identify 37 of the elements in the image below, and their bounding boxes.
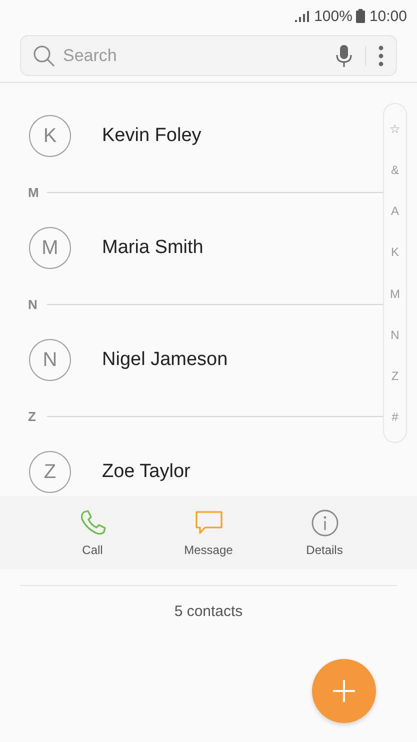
contact-count: 5 contacts <box>174 603 243 620</box>
index-letter[interactable]: ☆ <box>390 122 400 136</box>
info-icon <box>310 509 338 537</box>
index-scroller[interactable]: ☆ & A K M N Z # <box>383 103 407 443</box>
index-letter[interactable]: # <box>392 410 398 424</box>
avatar: N <box>29 339 71 381</box>
avatar: K <box>29 115 71 157</box>
plus-icon <box>333 680 355 702</box>
contact-name[interactable]: Kevin Foley <box>102 125 202 147</box>
contact-name[interactable]: Nigel Jameson <box>102 349 228 371</box>
index-letter[interactable]: A <box>390 204 399 218</box>
index-letter[interactable]: Z <box>391 369 399 384</box>
index-letter[interactable]: & <box>390 162 399 177</box>
search-field[interactable]: Search <box>61 44 335 66</box>
phone-icon <box>78 509 106 537</box>
index-letter[interactable]: K <box>390 245 399 260</box>
details-action[interactable]: Details <box>294 509 354 557</box>
index-letter[interactable]: M <box>390 286 400 301</box>
section-letter: Z <box>28 408 37 424</box>
speech-bubble-icon <box>194 509 222 537</box>
contact-name[interactable]: Zoe Taylor <box>102 461 190 483</box>
avatar: M <box>29 227 71 269</box>
more-options-icon[interactable] <box>378 44 384 66</box>
search-bar[interactable]: Search <box>20 35 397 76</box>
microphone-icon[interactable] <box>335 44 353 68</box>
clock: 10:00 <box>369 8 407 24</box>
section-letter: N <box>28 296 38 312</box>
avatar: Z <box>29 451 71 493</box>
index-letter[interactable]: N <box>390 328 400 342</box>
battery-icon <box>356 9 366 23</box>
signal-icon <box>295 10 310 22</box>
message-action[interactable]: Message <box>178 509 238 557</box>
battery-percent: 100% <box>314 8 352 24</box>
call-action[interactable]: Call <box>62 509 122 557</box>
section-letter: M <box>28 184 40 200</box>
contact-name[interactable]: Maria Smith <box>102 237 204 259</box>
search-icon <box>33 44 55 66</box>
